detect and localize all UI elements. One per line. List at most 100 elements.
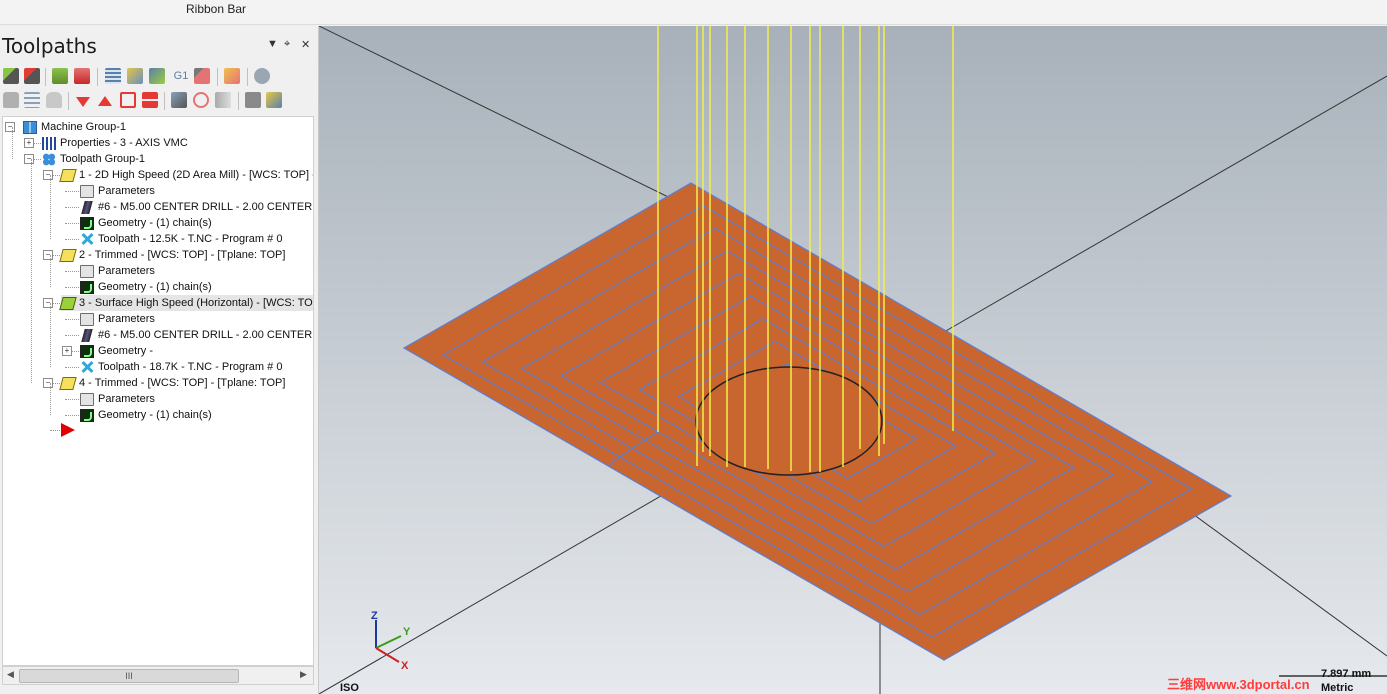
toggle-posting-icon[interactable]: [46, 92, 62, 108]
select-all-icon[interactable]: [3, 68, 19, 84]
scroll-thumb[interactable]: III: [19, 669, 239, 683]
ribbon-bar: Ribbon Bar: [0, 0, 1387, 25]
tree-horizontal-scrollbar[interactable]: ◀ III ▶: [2, 666, 314, 685]
axis-z-label: Z: [371, 610, 378, 622]
ribbon-bar-label[interactable]: Ribbon Bar: [186, 2, 246, 16]
collapse-icon[interactable]: −: [43, 378, 53, 388]
display-options-icon[interactable]: [266, 92, 282, 108]
toolbar-separator: [247, 68, 248, 86]
high-feed-icon[interactable]: [194, 68, 210, 84]
toolpath-icon: [80, 360, 94, 374]
expand-icon[interactable]: +: [24, 138, 34, 148]
tree-node[interactable]: 1 - 2D High Speed (2D Area Mill) - [WCS:…: [59, 167, 313, 183]
toolbar-row-1: G1: [0, 64, 318, 88]
tree-node-label: 3 - Surface High Speed (Horizontal) - [W…: [79, 297, 313, 309]
expand-icon[interactable]: +: [62, 346, 72, 356]
collapse-icon[interactable]: −: [43, 298, 53, 308]
tree-node[interactable]: Geometry -: [80, 343, 153, 359]
geometry-icon: [80, 280, 94, 294]
tree-node[interactable]: Geometry - (1) chain(s): [80, 407, 212, 423]
regenerate-dirty-icon[interactable]: [74, 68, 90, 84]
tree-connector: [50, 175, 51, 239]
tree-node[interactable]: Geometry - (1) chain(s): [80, 279, 212, 295]
tree-node-label: 4 - Trimmed - [WCS: TOP] - [Tplane: TOP]: [79, 377, 286, 389]
panel-close-icon[interactable]: ✕: [301, 38, 310, 51]
tree-node[interactable]: 3 - Surface High Speed (Horizontal) - [W…: [59, 295, 313, 311]
tree-node[interactable]: Machine Group-1: [23, 119, 126, 135]
toolbar-separator: [217, 68, 218, 86]
help-icon[interactable]: [254, 68, 270, 84]
panel-title: Toolpaths: [2, 34, 97, 58]
tree-node[interactable]: Toolpath Group-1: [42, 151, 145, 167]
tree-connector: [65, 191, 79, 192]
panel-dropdown-icon[interactable]: ▼: [267, 38, 278, 50]
triad-y-axis: [375, 635, 402, 649]
geometry-icon: [80, 216, 94, 230]
tree-node[interactable]: Parameters: [80, 391, 155, 407]
units-label: Metric: [1321, 682, 1354, 694]
move-down-icon[interactable]: [76, 97, 90, 107]
move-up-icon[interactable]: [98, 96, 112, 106]
config-icon[interactable]: [245, 92, 261, 108]
tree-node[interactable]: Properties - 3 - AXIS VMC: [42, 135, 188, 151]
collapse-icon[interactable]: −: [43, 250, 53, 260]
tree-node[interactable]: 4 - Trimmed - [WCS: TOP] - [Tplane: TOP]: [59, 375, 286, 391]
toolbar-separator: [238, 92, 239, 110]
scroll-icon[interactable]: [142, 92, 158, 108]
tool-icon: [81, 200, 93, 214]
operations-tree[interactable]: − Machine Group-1 + Properties - 3 - AXIS V…: [2, 116, 314, 666]
tree-connector: [50, 255, 51, 287]
scroll-left-icon[interactable]: ◀: [7, 669, 14, 680]
options-icon[interactable]: [215, 92, 231, 108]
panel-pin-icon[interactable]: ⌖: [284, 38, 290, 51]
axis-x-label: X: [401, 660, 409, 672]
verify-icon[interactable]: [127, 68, 143, 84]
tree-node-label: Geometry - (1) chain(s): [98, 281, 212, 293]
tree-connector: [65, 399, 79, 400]
backplot-icon[interactable]: [105, 68, 121, 84]
tree-connector: [65, 271, 79, 272]
edit-icon[interactable]: [224, 68, 240, 84]
tree-node[interactable]: Toolpath - 12.5K - T.NC - Program # 0: [80, 231, 282, 247]
tree-connector: [12, 127, 13, 159]
tree-node-label: Toolpath - 12.5K - T.NC - Program # 0: [98, 233, 283, 245]
tree-connector: [65, 335, 79, 336]
tree-node[interactable]: Parameters: [80, 263, 155, 279]
tree-node-label: #6 - M5.00 CENTER DRILL - 2.00 CENTER DR…: [98, 329, 313, 341]
expand-icon[interactable]: [171, 92, 187, 108]
tree-node[interactable]: Parameters: [80, 311, 155, 327]
toolpath-group-icon: [42, 152, 56, 166]
tree-node[interactable]: Toolpath - 18.7K - T.NC - Program # 0: [80, 359, 282, 375]
tree-connector: [65, 239, 79, 240]
tree-node[interactable]: #6 - M5.00 CENTER DRILL - 2.00 CENTER DR…: [80, 327, 313, 343]
insert-arrow-icon[interactable]: [120, 92, 136, 108]
collapse-icon[interactable]: −: [5, 122, 15, 132]
filter-icon[interactable]: [193, 92, 209, 108]
g1-post-icon[interactable]: G1: [173, 68, 189, 84]
collapse-icon[interactable]: −: [43, 170, 53, 180]
tree-node[interactable]: Geometry - (1) chain(s): [80, 215, 212, 231]
deselect-all-icon[interactable]: [24, 68, 40, 84]
tree-node-label: Geometry - (1) chain(s): [98, 217, 212, 229]
tree-node-label: Parameters: [98, 393, 155, 405]
toolbar-separator: [164, 92, 165, 110]
toggle-display-icon[interactable]: [24, 92, 40, 108]
scroll-right-icon[interactable]: ▶: [300, 669, 307, 680]
parameters-icon: [80, 184, 94, 198]
tree-connector: [65, 319, 79, 320]
parameters-icon: [80, 312, 94, 326]
toolpath-scene: [319, 26, 1387, 694]
axis-y-label: Y: [403, 626, 411, 638]
simulate-icon[interactable]: [149, 68, 165, 84]
parameters-icon: [80, 392, 94, 406]
regenerate-selected-icon[interactable]: [52, 68, 68, 84]
toolbar-separator: [45, 68, 46, 86]
collapse-icon[interactable]: −: [24, 154, 34, 164]
tree-node[interactable]: Parameters: [80, 183, 155, 199]
graphics-viewport[interactable]: Z Y X ISO 7.897 mm Metric 三维网www.3dporta…: [319, 26, 1387, 694]
insert-arrow-marker-icon[interactable]: [61, 423, 75, 437]
tree-node[interactable]: #6 - M5.00 CENTER DRILL - 2.00 CENTER DR…: [80, 199, 313, 215]
tree-connector: [50, 383, 51, 415]
lock-icon[interactable]: [3, 92, 19, 108]
tree-node[interactable]: 2 - Trimmed - [WCS: TOP] - [Tplane: TOP]: [59, 247, 285, 263]
